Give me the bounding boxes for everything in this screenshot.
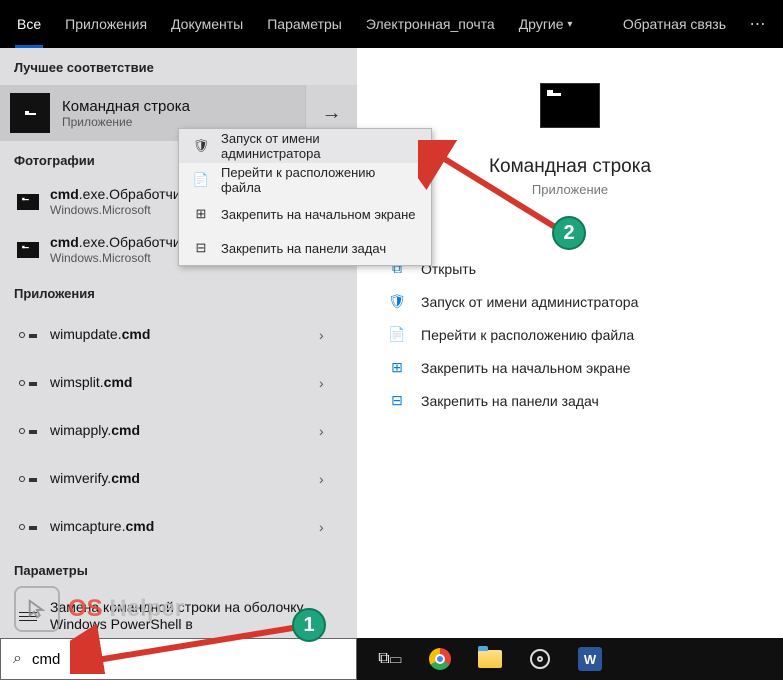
- chevron-right-icon: ›: [319, 471, 343, 487]
- app-result[interactable]: wimsplit.cmd›: [0, 359, 357, 407]
- context-menu: 🛡Запуск от имени администратора 📄Перейти…: [178, 128, 432, 266]
- app-result[interactable]: wimcapture.cmd›: [0, 503, 357, 551]
- script-icon: [19, 377, 37, 389]
- search-icon: ⌕: [13, 650, 22, 668]
- arrow-right-icon: →: [322, 102, 342, 125]
- settings-icon[interactable]: [527, 646, 553, 672]
- pin-taskbar-icon: ⊟: [387, 392, 407, 409]
- more-icon[interactable]: ⋯: [738, 14, 778, 34]
- tab-docs[interactable]: Документы: [159, 0, 255, 48]
- cmd-icon: [17, 194, 39, 210]
- tab-all[interactable]: Все: [5, 0, 53, 48]
- task-view-icon[interactable]: ⧉▭: [377, 646, 403, 672]
- pin-start-icon: ⊞: [387, 359, 407, 376]
- cmd-large-icon: [540, 83, 600, 128]
- filter-tabs: Все Приложения Документы Параметры Элект…: [0, 0, 783, 48]
- script-icon: [19, 521, 37, 533]
- chevron-right-icon: ›: [319, 519, 343, 535]
- best-match-subtitle: Приложение: [62, 115, 305, 129]
- word-icon[interactable]: W: [577, 646, 603, 672]
- ctx-pin-taskbar[interactable]: ⊟Закрепить на панели задач: [179, 231, 431, 265]
- cmd-icon: [10, 93, 50, 133]
- app-result[interactable]: wimapply.cmd›: [0, 407, 357, 455]
- file-explorer-icon[interactable]: [477, 646, 503, 672]
- action-open[interactable]: ⧉Открыть: [387, 252, 783, 285]
- pin-start-icon: ⊞: [193, 206, 209, 222]
- feedback-link[interactable]: Обратная связь: [611, 0, 738, 48]
- action-pin-start[interactable]: ⊞Закрепить на начальном экране: [387, 351, 783, 384]
- script-icon: [19, 473, 37, 485]
- ctx-file-location[interactable]: 📄Перейти к расположению файла: [179, 163, 431, 197]
- admin-icon: 🛡: [193, 138, 209, 154]
- section-apps: Приложения: [0, 274, 357, 311]
- tab-other[interactable]: Другие ▾: [507, 0, 585, 48]
- app-result[interactable]: wimupdate.cmd›: [0, 311, 357, 359]
- pin-taskbar-icon: ⊟: [193, 240, 209, 256]
- tab-settings[interactable]: Параметры: [255, 0, 354, 48]
- folder-location-icon: 📄: [387, 326, 407, 343]
- chevron-right-icon: ›: [319, 327, 343, 343]
- cmd-icon: [17, 242, 39, 258]
- section-settings: Параметры: [0, 551, 357, 588]
- tab-email[interactable]: Электронная_почта: [354, 0, 507, 48]
- annotation-badge-2: 2: [552, 216, 586, 250]
- app-result[interactable]: wimverify.cmd›: [0, 455, 357, 503]
- admin-icon: 🛡: [387, 293, 407, 310]
- ctx-pin-start[interactable]: ⊞Закрепить на начальном экране: [179, 197, 431, 231]
- cursor-logo-icon: [14, 586, 60, 632]
- script-icon: [19, 425, 37, 437]
- chevron-right-icon: ›: [319, 375, 343, 391]
- ctx-run-admin[interactable]: 🛡Запуск от имени администратора: [179, 129, 431, 163]
- best-match-title: Командная строка: [62, 98, 305, 115]
- action-pin-taskbar[interactable]: ⊟Закрепить на панели задач: [387, 384, 783, 417]
- script-icon: [19, 329, 37, 341]
- taskbar: ⧉▭ W: [357, 638, 783, 680]
- action-run-admin[interactable]: 🛡Запуск от имени администратора: [387, 285, 783, 318]
- chevron-down-icon: ▾: [567, 19, 572, 30]
- section-best-match: Лучшее соответствие: [0, 48, 357, 85]
- folder-location-icon: 📄: [193, 172, 209, 188]
- annotation-arrow-1: [70, 614, 320, 674]
- chrome-icon[interactable]: [427, 646, 453, 672]
- annotation-badge-1: 1: [292, 608, 326, 642]
- tab-apps[interactable]: Приложения: [53, 0, 159, 48]
- action-file-location[interactable]: 📄Перейти к расположению файла: [387, 318, 783, 351]
- chevron-right-icon: ›: [319, 423, 343, 439]
